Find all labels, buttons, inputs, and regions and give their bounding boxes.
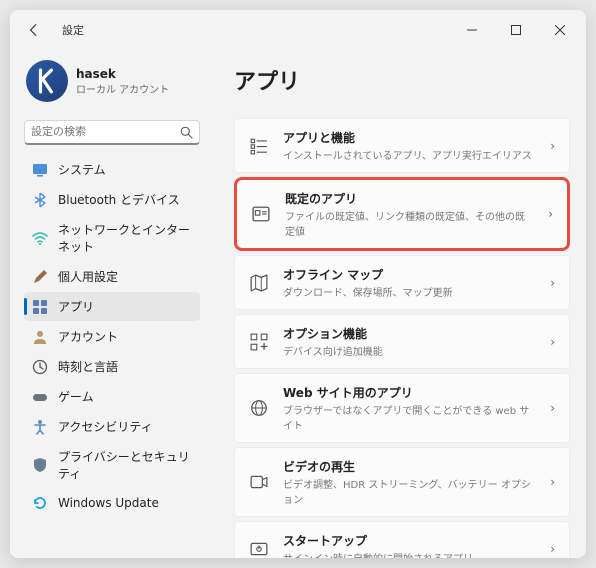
chevron-right-icon: › bbox=[550, 335, 555, 349]
sidebar-item-label: 時刻と言語 bbox=[58, 358, 118, 375]
sidebar-item-apps[interactable]: アプリ bbox=[24, 292, 200, 321]
brush-icon bbox=[32, 269, 48, 285]
card-desc: インストールされているアプリ、アプリ実行エイリアス bbox=[283, 147, 536, 162]
nav-list: システム Bluetooth とデバイス ネットワークとインターネット 個人用設… bbox=[22, 155, 202, 517]
main-pane: アプリ アプリと機能 インストールされているアプリ、アプリ実行エイリアス › 既… bbox=[210, 46, 586, 558]
chevron-right-icon: › bbox=[548, 207, 553, 221]
avatar bbox=[26, 60, 68, 102]
user-name: hasek bbox=[76, 67, 169, 81]
clock-icon bbox=[32, 359, 48, 375]
sidebar-item-accounts[interactable]: アカウント bbox=[24, 322, 200, 351]
card-text: Web サイト用のアプリ ブラウザーではなくアプリで開くことができる web サ… bbox=[283, 384, 536, 432]
sidebar-item-label: プライバシーとセキュリティ bbox=[58, 448, 192, 482]
sidebar-item-label: Bluetooth とデバイス bbox=[58, 191, 180, 208]
card-title: オフライン マップ bbox=[283, 266, 536, 283]
shield-icon bbox=[32, 457, 48, 473]
card-optional-features[interactable]: オプション機能 デバイス向け追加機能 › bbox=[234, 314, 570, 369]
sidebar-item-label: 個人用設定 bbox=[58, 268, 118, 285]
sidebar-item-label: ネットワークとインターネット bbox=[58, 221, 192, 255]
sidebar-item-time-language[interactable]: 時刻と言語 bbox=[24, 352, 200, 381]
chevron-right-icon: › bbox=[550, 276, 555, 290]
back-button[interactable] bbox=[22, 18, 46, 42]
card-title: オプション機能 bbox=[283, 325, 536, 342]
card-apps-features[interactable]: アプリと機能 インストールされているアプリ、アプリ実行エイリアス › bbox=[234, 118, 570, 173]
chevron-right-icon: › bbox=[550, 401, 555, 415]
person-icon bbox=[32, 329, 48, 345]
search-input[interactable] bbox=[31, 126, 179, 138]
card-startup[interactable]: スタートアップ サインイン時に自動的に開始されるアプリ › bbox=[234, 521, 570, 558]
cards-list: アプリと機能 インストールされているアプリ、アプリ実行エイリアス › 既定のアプ… bbox=[234, 118, 570, 558]
card-title: ビデオの再生 bbox=[283, 458, 536, 475]
update-icon bbox=[32, 495, 48, 511]
card-text: アプリと機能 インストールされているアプリ、アプリ実行エイリアス bbox=[283, 129, 536, 162]
chevron-right-icon: › bbox=[550, 542, 555, 556]
sidebar-item-personalization[interactable]: 個人用設定 bbox=[24, 262, 200, 291]
titlebar: 設定 bbox=[10, 10, 586, 46]
card-title: アプリと機能 bbox=[283, 129, 536, 146]
card-title: Web サイト用のアプリ bbox=[283, 384, 536, 401]
card-title: スタートアップ bbox=[283, 532, 536, 549]
sidebar: hasek ローカル アカウント システム Bluetooth とデバイス bbox=[10, 46, 210, 558]
card-title: 既定のアプリ bbox=[285, 190, 534, 207]
sidebar-item-label: システム bbox=[58, 161, 106, 178]
display-icon bbox=[32, 162, 48, 178]
globe-icon bbox=[249, 398, 269, 418]
minimize-button[interactable] bbox=[458, 16, 486, 44]
sidebar-item-network[interactable]: ネットワークとインターネット bbox=[24, 215, 200, 261]
card-text: スタートアップ サインイン時に自動的に開始されるアプリ bbox=[283, 532, 536, 558]
bluetooth-icon bbox=[32, 192, 48, 208]
window-controls bbox=[458, 16, 574, 44]
account-type: ローカル アカウント bbox=[76, 81, 169, 96]
card-desc: デバイス向け追加機能 bbox=[283, 343, 536, 358]
search-icon bbox=[179, 125, 193, 139]
card-video-playback[interactable]: ビデオの再生 ビデオ調整、HDR ストリーミング、バッテリー オプション › bbox=[234, 447, 570, 517]
profile-block[interactable]: hasek ローカル アカウント bbox=[22, 54, 202, 116]
content-area: hasek ローカル アカウント システム Bluetooth とデバイス bbox=[10, 46, 586, 558]
sidebar-item-windows-update[interactable]: Windows Update bbox=[24, 489, 200, 517]
map-icon bbox=[249, 273, 269, 293]
card-text: ビデオの再生 ビデオ調整、HDR ストリーミング、バッテリー オプション bbox=[283, 458, 536, 506]
card-desc: ダウンロード、保存場所、マップ更新 bbox=[283, 284, 536, 299]
settings-window: 設定 hasek ローカル アカウント bbox=[10, 10, 586, 558]
sidebar-item-label: アプリ bbox=[58, 298, 94, 315]
sidebar-item-privacy[interactable]: プライバシーとセキュリティ bbox=[24, 442, 200, 488]
card-apps-for-websites[interactable]: Web サイト用のアプリ ブラウザーではなくアプリで開くことができる web サ… bbox=[234, 373, 570, 443]
grid-plus-icon bbox=[249, 332, 269, 352]
video-icon bbox=[249, 472, 269, 492]
card-text: オフライン マップ ダウンロード、保存場所、マップ更新 bbox=[283, 266, 536, 299]
gamepad-icon bbox=[32, 389, 48, 405]
chevron-right-icon: › bbox=[550, 475, 555, 489]
card-default-apps[interactable]: 既定のアプリ ファイルの既定値、リンク種類の既定値、その他の既定値 › bbox=[234, 177, 570, 251]
startup-icon bbox=[249, 539, 269, 559]
card-text: 既定のアプリ ファイルの既定値、リンク種類の既定値、その他の既定値 bbox=[285, 190, 534, 238]
card-desc: ビデオ調整、HDR ストリーミング、バッテリー オプション bbox=[283, 476, 536, 506]
page-title: アプリ bbox=[234, 64, 570, 96]
card-offline-maps[interactable]: オフライン マップ ダウンロード、保存場所、マップ更新 › bbox=[234, 255, 570, 310]
apps-icon bbox=[32, 299, 48, 315]
accessibility-icon bbox=[32, 419, 48, 435]
maximize-button[interactable] bbox=[502, 16, 530, 44]
list-icon bbox=[249, 136, 269, 156]
app-title: 設定 bbox=[62, 22, 84, 38]
sidebar-item-label: アクセシビリティ bbox=[58, 418, 153, 435]
sidebar-item-label: アカウント bbox=[58, 328, 118, 345]
card-desc: ブラウザーではなくアプリで開くことができる web サイト bbox=[283, 402, 536, 432]
sidebar-item-system[interactable]: システム bbox=[24, 155, 200, 184]
sidebar-item-bluetooth[interactable]: Bluetooth とデバイス bbox=[24, 185, 200, 214]
default-apps-icon bbox=[251, 204, 271, 224]
sidebar-item-label: Windows Update bbox=[58, 496, 159, 510]
sidebar-item-gaming[interactable]: ゲーム bbox=[24, 382, 200, 411]
profile-info: hasek ローカル アカウント bbox=[76, 67, 169, 96]
wifi-icon bbox=[32, 230, 48, 246]
close-button[interactable] bbox=[546, 16, 574, 44]
sidebar-item-accessibility[interactable]: アクセシビリティ bbox=[24, 412, 200, 441]
sidebar-item-label: ゲーム bbox=[58, 388, 94, 405]
card-desc: ファイルの既定値、リンク種類の既定値、その他の既定値 bbox=[285, 208, 534, 238]
chevron-right-icon: › bbox=[550, 139, 555, 153]
search-box[interactable] bbox=[24, 120, 200, 145]
card-text: オプション機能 デバイス向け追加機能 bbox=[283, 325, 536, 358]
card-desc: サインイン時に自動的に開始されるアプリ bbox=[283, 550, 536, 558]
